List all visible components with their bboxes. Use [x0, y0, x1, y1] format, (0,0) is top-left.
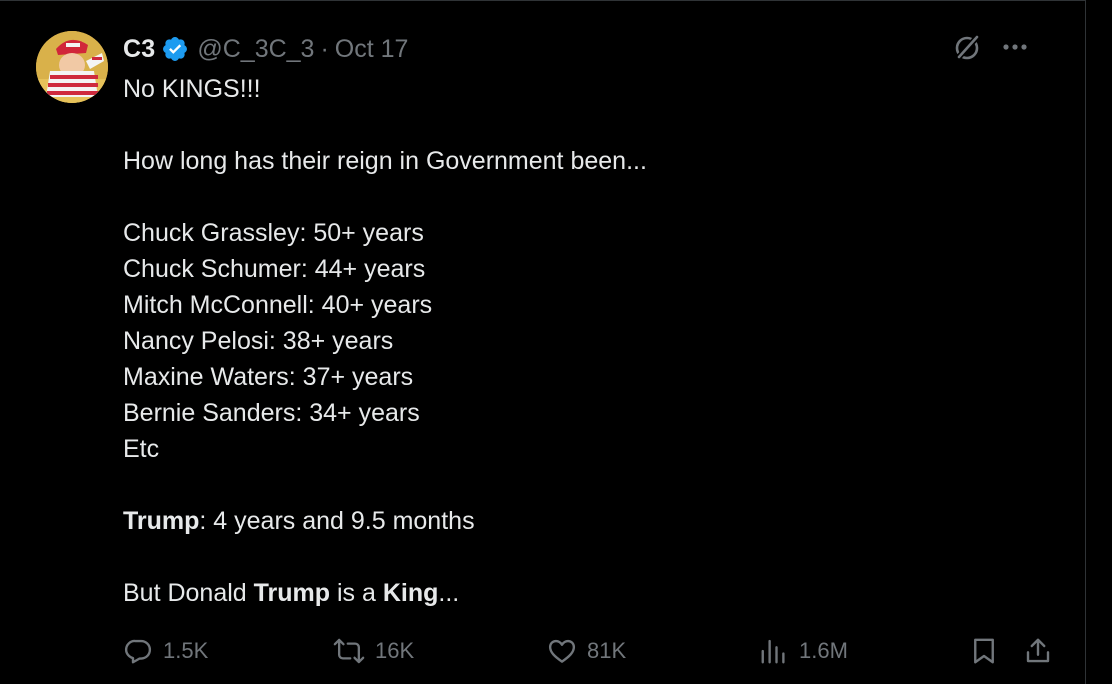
post-header: C3 @C_3C_3 · Oct 17 [123, 31, 408, 67]
repost-icon [333, 638, 365, 664]
bold-king: King [382, 579, 439, 607]
text-line: No KINGS!!! [123, 75, 261, 103]
share-button[interactable] [1023, 631, 1063, 671]
avatar[interactable] [36, 31, 108, 103]
action-bar: 1.5K 16K 81K 1.6M [123, 631, 1058, 671]
text-line: Chuck Grassley: 50+ years [123, 219, 424, 247]
bookmark-button[interactable] [969, 631, 1009, 671]
text-line: Maxine Waters: 37+ years [123, 363, 414, 391]
text-line-trump: Trump: 4 years and 9.5 months [123, 503, 1023, 539]
top-actions [951, 31, 1029, 68]
text-fragment: But Donald [123, 579, 254, 607]
text-line: How long has their reign in Government b… [123, 147, 647, 175]
text-fragment: is a [330, 579, 383, 607]
more-icon[interactable] [1001, 33, 1029, 66]
grok-icon[interactable] [951, 31, 983, 68]
reply-count: 1.5K [163, 638, 209, 663]
repost-button[interactable]: 16K [333, 631, 414, 671]
post-date[interactable]: Oct 17 [335, 35, 409, 64]
like-icon [548, 639, 576, 663]
repost-count: 16K [375, 638, 415, 663]
like-count: 81K [587, 638, 627, 663]
text-line: Chuck Schumer: 44+ years [123, 255, 426, 283]
text-fragment: ... [438, 579, 460, 607]
like-button[interactable]: 81K [547, 631, 626, 671]
bold-trump: Trump [253, 579, 331, 607]
post-card: C3 @C_3C_3 · Oct 17 No KINGS!!! How long… [0, 0, 1086, 684]
text-line: Mitch McConnell: 40+ years [123, 291, 433, 319]
reply-icon [124, 639, 152, 664]
trump-duration: : 4 years and 9.5 months [199, 507, 475, 535]
verified-badge-icon [161, 35, 189, 63]
text-line: Bernie Sanders: 34+ years [123, 399, 420, 427]
header-separator: · [320, 34, 329, 63]
bold-trump: Trump [123, 507, 200, 535]
reply-button[interactable]: 1.5K [123, 631, 208, 671]
author-handle[interactable]: @C_3C_3 [197, 35, 314, 64]
views-button[interactable]: 1.6M [759, 631, 848, 671]
bookmark-icon [974, 638, 994, 664]
share-icon [1026, 638, 1050, 663]
text-line: Etc [123, 435, 160, 463]
views-icon [761, 639, 785, 664]
post-text: No KINGS!!! How long has their reign in … [123, 71, 1023, 611]
author-name[interactable]: C3 [123, 35, 155, 64]
views-count: 1.6M [799, 638, 848, 663]
text-line: Nancy Pelosi: 38+ years [123, 327, 394, 355]
text-line-last: But Donald Trump is a King... [123, 575, 1023, 611]
